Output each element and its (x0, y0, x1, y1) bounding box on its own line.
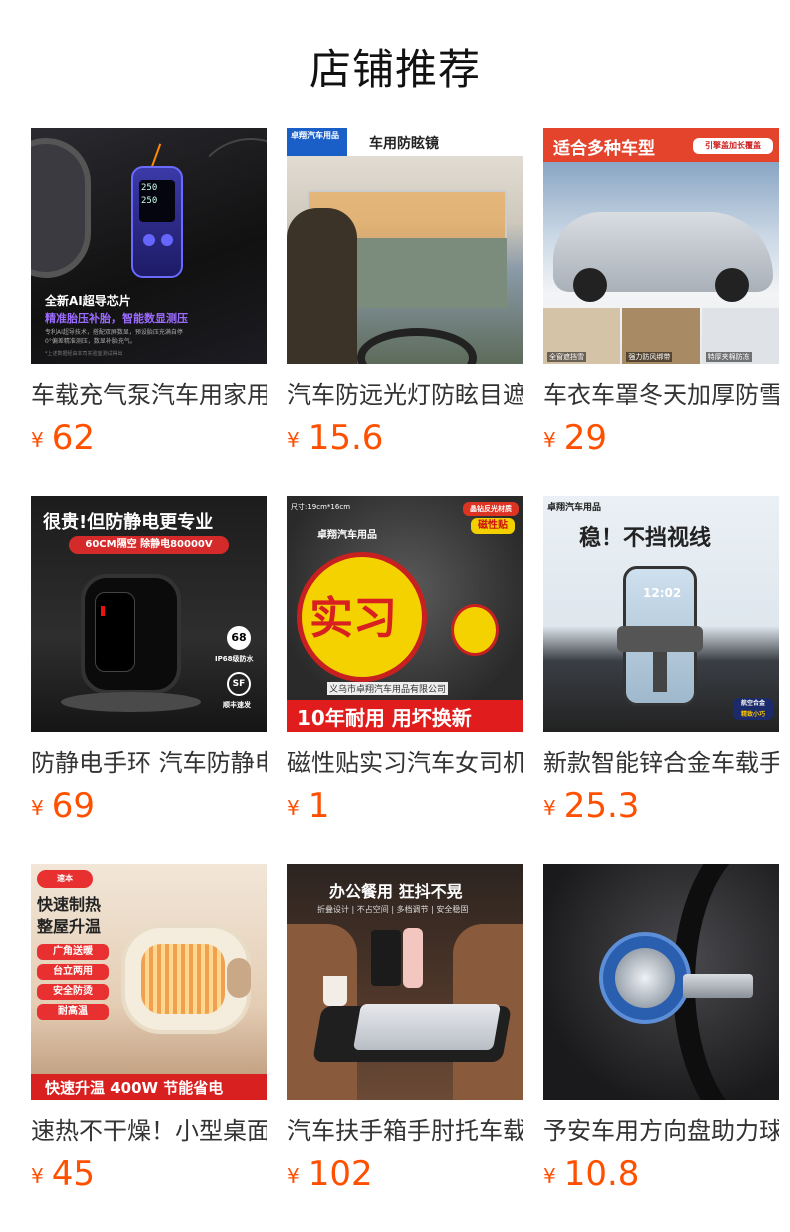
currency-symbol: ¥ (31, 428, 44, 452)
product-price: ¥1 (287, 784, 523, 828)
image-main-label: 实习 (309, 593, 397, 644)
image-headline: 适合多种车型 (553, 139, 655, 159)
product-card-car-cover[interactable]: 适合多种车型 引擎盖加长覆盖 全窗遮挡雪 强力防风绑带 特厚夹棉防冻 车衣车罩冬… (543, 128, 779, 460)
product-price: ¥29 (543, 416, 779, 460)
currency-symbol: ¥ (31, 1164, 44, 1188)
price-value: 62 (51, 418, 95, 458)
image-company: 义乌市卓翔汽车用品有限公司 (327, 682, 449, 695)
image-feature-1: 全窗遮挡雪 (547, 352, 586, 362)
product-card-armrest-tray[interactable]: 办公餐用 狂抖不晃 折叠设计 | 不占空间 | 多档调节 | 安全稳固 汽车扶手… (287, 864, 523, 1196)
product-card-phone-holder[interactable]: 卓翔汽车用品 稳！不挡视线 12:02 航空合金 精致小巧 新款智能锌合金车载手… (543, 496, 779, 828)
product-name[interactable]: 车载充气泵汽车用家用高压 (31, 378, 267, 412)
product-name[interactable]: 磁性贴实习汽车女司机 (287, 746, 523, 780)
image-badge: 晶钻反光材质 (463, 502, 519, 516)
product-name[interactable]: 汽车扶手箱手肘托车载小桌板 (287, 1114, 523, 1148)
currency-symbol: ¥ (543, 1164, 556, 1188)
image-caption-1: 专利AI超导技术，搭配双屏数显，预设胎压充满自停 (45, 329, 183, 336)
product-image[interactable]: 250 250 全新AI超导芯片 精准胎压补胎，智能数显测压 专利AI超导技术，… (31, 128, 267, 364)
currency-symbol: ¥ (287, 796, 300, 820)
price-value: 25.3 (563, 786, 640, 826)
product-card-learner-sticker[interactable]: 尺寸:19cm*16cm 卓翔汽车用品 实习 晶钻反光材质 磁性贴 义乌市卓翔汽… (287, 496, 523, 828)
product-price: ¥15.6 (287, 416, 523, 460)
product-price: ¥102 (287, 1152, 523, 1196)
price-value: 69 (51, 786, 95, 826)
currency-symbol: ¥ (31, 796, 44, 820)
sf-logo-icon: SF (227, 672, 251, 696)
product-name[interactable]: 防静电手环 汽车防静电 (31, 746, 267, 780)
product-image[interactable]: 卓翔汽车用品 车用防眩镜 (287, 128, 523, 364)
pump-display-1: 250 (141, 183, 158, 193)
product-card-steering-knob[interactable]: 予安车用方向盘助力球 ¥10.8 (543, 864, 779, 1196)
image-caption-2: 0°偏差精准测压，数显补胎充气。 (45, 338, 136, 345)
product-price: ¥62 (31, 416, 267, 460)
price-value: 29 (563, 418, 607, 458)
image-size-label: 尺寸:19cm*16cm (291, 503, 351, 511)
product-image[interactable] (543, 864, 779, 1100)
page-title: 店铺推荐 (308, 45, 481, 94)
image-feature-2: 台立两用 (37, 964, 109, 980)
image-subline: 60CM隔空 除静电80000V (69, 536, 229, 554)
product-grid: 250 250 全新AI超导芯片 精准胎压补胎，智能数显测压 专利AI超导技术，… (31, 128, 790, 1228)
price-value: 15.6 (307, 418, 384, 458)
image-badge-2: 精致小巧 (740, 711, 765, 718)
product-image[interactable]: 卓翔汽车用品 稳！不挡视线 12:02 航空合金 精致小巧 (543, 496, 779, 732)
image-footnote: *上述数据经由本司实验室测试得出 (45, 351, 123, 357)
image-bottom-banner: 快速升温 400W 节能省电 (45, 1079, 224, 1097)
currency-symbol: ¥ (543, 428, 556, 452)
price-value: 102 (307, 1154, 373, 1194)
product-card-wristband[interactable]: 很贵!但防静电更专业 60CM隔空 除静电80000V 68 IP68级防水 S… (31, 496, 267, 828)
currency-symbol: ¥ (543, 796, 556, 820)
pump-display-2: 250 (141, 196, 158, 206)
price-value: 10.8 (563, 1154, 640, 1194)
phone-clock: 12:02 (643, 586, 682, 600)
price-value: 1 (307, 786, 330, 826)
product-price: ¥10.8 (543, 1152, 779, 1196)
image-headline: 稳！不挡视线 (579, 526, 712, 551)
image-headline: 很贵!但防静电更专业 (43, 512, 214, 533)
product-name[interactable]: 速热不干燥！小型桌面暖风机 (31, 1114, 267, 1148)
image-headline-1: 快速制热 (37, 895, 102, 914)
image-subline: 折叠设计 | 不占空间 | 多档调节 | 安全稳固 (317, 905, 469, 914)
image-feature-2: 强力防风绑带 (626, 352, 673, 362)
product-name[interactable]: 新款智能锌合金车载手机支架 (543, 746, 779, 780)
image-feature-1: 广角送暖 (37, 944, 109, 960)
image-brand: 卓翔汽车用品 (547, 503, 602, 513)
image-badge: 引擎盖加长覆盖 (693, 138, 773, 154)
product-card-heater[interactable]: 速本 快速制热 整屋升温 广角送暖 台立两用 安全防烫 耐高温 快速升温 400… (31, 864, 267, 1196)
image-caption-1: IP68级防水 (215, 655, 254, 663)
product-image[interactable]: 尺寸:19cm*16cm 卓翔汽车用品 实习 晶钻反光材质 磁性贴 义乌市卓翔汽… (287, 496, 523, 732)
currency-symbol: ¥ (287, 428, 300, 452)
image-feature-3: 安全防烫 (37, 984, 109, 1000)
image-bottom-banner: 10年耐用 用坏换新 (297, 706, 472, 730)
currency-symbol: ¥ (287, 1164, 300, 1188)
product-price: ¥25.3 (543, 784, 779, 828)
image-badge-1: 航空合金 (740, 700, 765, 707)
product-card-visor[interactable]: 卓翔汽车用品 车用防眩镜 汽车防远光灯防眩目遮阳板 ¥15.6 (287, 128, 523, 460)
product-name[interactable]: 车衣车罩冬天加厚防雪 (543, 378, 779, 412)
image-headline: 办公餐用 狂抖不晃 (329, 882, 463, 901)
product-card-air-pump[interactable]: 250 250 全新AI超导芯片 精准胎压补胎，智能数显测压 专利AI超导技术，… (31, 128, 267, 460)
image-headline: 车用防眩镜 (369, 136, 439, 152)
product-price: ¥45 (31, 1152, 267, 1196)
price-value: 45 (51, 1154, 95, 1194)
image-feature-3: 特厚夹棉防冻 (705, 352, 752, 362)
product-price: ¥69 (31, 784, 267, 828)
image-magnet-label: 磁性贴 (471, 518, 515, 534)
image-brand: 卓翔汽车用品 (291, 131, 339, 140)
product-image[interactable]: 适合多种车型 引擎盖加长覆盖 全窗遮挡雪 强力防风绑带 特厚夹棉防冻 (543, 128, 779, 364)
image-brand: 速本 (37, 870, 93, 888)
image-subline: 精准胎压补胎，智能数显测压 (45, 312, 188, 325)
product-name[interactable]: 予安车用方向盘助力球 (543, 1114, 779, 1148)
image-caption-2: 顺丰速发 (223, 701, 251, 709)
ip-rating-badge: 68 (227, 626, 251, 650)
product-image[interactable]: 很贵!但防静电更专业 60CM隔空 除静电80000V 68 IP68级防水 S… (31, 496, 267, 732)
image-headline: 全新AI超导芯片 (45, 294, 131, 308)
product-name[interactable]: 汽车防远光灯防眩目遮阳板 (287, 378, 523, 412)
image-headline-2: 整屋升温 (37, 917, 102, 936)
image-feature-4: 耐高温 (37, 1004, 109, 1020)
image-brand: 卓翔汽车用品 (317, 530, 377, 541)
product-image[interactable]: 速本 快速制热 整屋升温 广角送暖 台立两用 安全防烫 耐高温 快速升温 400… (31, 864, 267, 1100)
product-image[interactable]: 办公餐用 狂抖不晃 折叠设计 | 不占空间 | 多档调节 | 安全稳固 (287, 864, 523, 1100)
